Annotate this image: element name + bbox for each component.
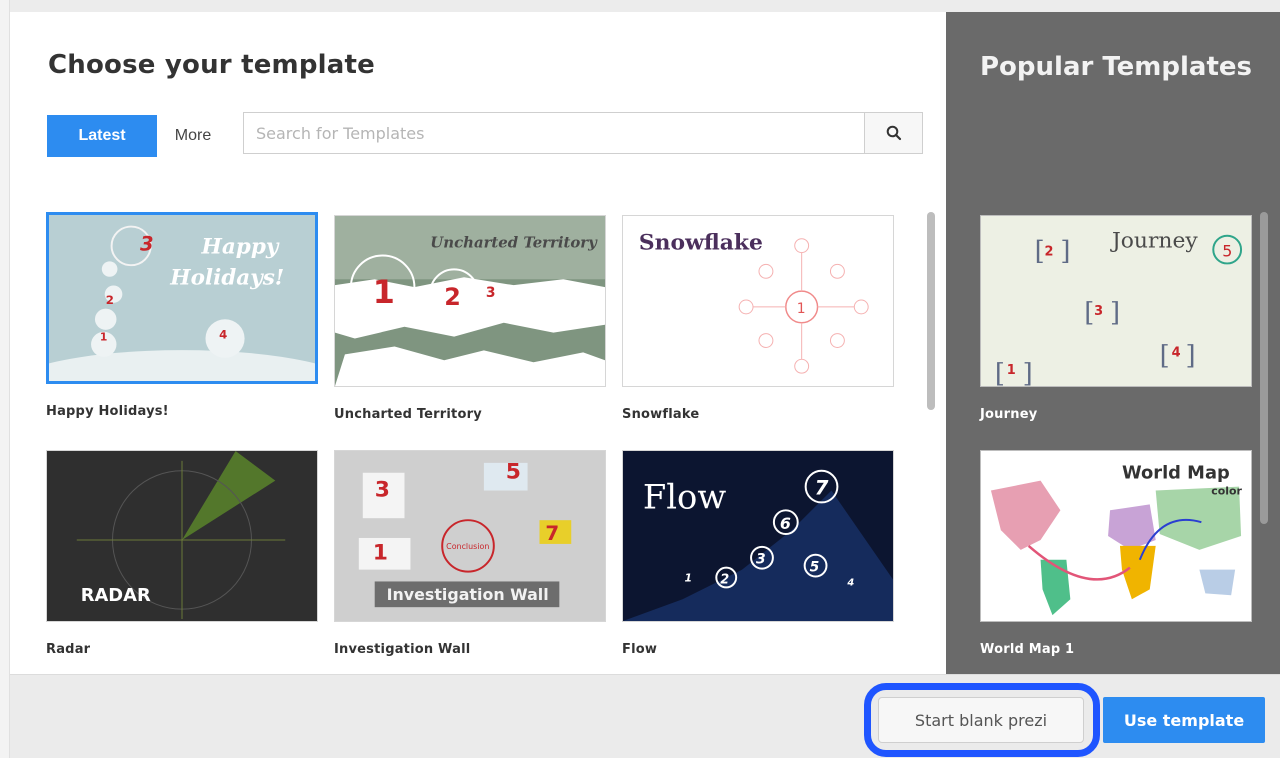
template-card-happy-holidays[interactable]: 3 2 1 4 Happy Holidays! Happy Holidays! <box>46 212 318 419</box>
svg-text:5: 5 <box>1222 242 1232 261</box>
svg-text:3: 3 <box>375 478 390 503</box>
svg-text:4: 4 <box>1172 345 1181 360</box>
svg-text:Conclusion: Conclusion <box>446 542 489 551</box>
template-card-uncharted-territory[interactable]: 1 2 3 Uncharted Territory Uncharted Terr… <box>334 215 606 422</box>
page-title: Choose your template <box>48 50 375 80</box>
flow-thumbnail: Flow 7 6 3 2 5 1 4 <box>623 451 893 621</box>
left-edge <box>0 0 10 758</box>
svg-text:Snowflake: Snowflake <box>639 231 763 256</box>
sidebar-title: Popular Templates <box>980 52 1252 82</box>
svg-text:1: 1 <box>685 571 693 584</box>
main-panel: Choose your template Latest More Search … <box>10 12 945 674</box>
popular-templates-sidebar: Popular Templates Journey 5 [] [] [] [] … <box>946 12 1280 674</box>
template-thumbnail: 1 2 3 Uncharted Territory <box>334 215 606 387</box>
template-label: Uncharted Territory <box>334 407 482 422</box>
template-label: Flow <box>622 642 658 657</box>
svg-text:Holidays!: Holidays! <box>169 266 284 291</box>
svg-text:[: [ <box>1160 341 1170 371</box>
start-blank-prezi-button[interactable]: Start blank prezi <box>878 697 1084 743</box>
template-thumbnail: 3 1 5 7 Conclusion Investigation Wall <box>334 450 606 622</box>
svg-text:Investigation Wall: Investigation Wall <box>387 585 549 604</box>
svg-text:1: 1 <box>1007 363 1016 378</box>
svg-text:[: [ <box>1084 298 1094 328</box>
template-label: Snowflake <box>622 407 700 422</box>
popular-card-journey[interactable]: Journey 5 [] [] [] [] 2 3 1 4 Journey <box>980 215 1252 422</box>
svg-text:5: 5 <box>810 560 820 576</box>
tab-latest[interactable]: Latest <box>47 115 157 157</box>
svg-text:[: [ <box>1035 237 1045 267</box>
search-input[interactable] <box>244 113 864 153</box>
svg-text:7: 7 <box>815 477 829 500</box>
template-thumbnail: Snowflake 1 <box>622 215 894 387</box>
popular-card-world-map[interactable]: World Map color World Map 1 <box>980 450 1252 657</box>
footer-bar: Start blank prezi Use template <box>10 674 1280 758</box>
svg-text:2: 2 <box>720 572 729 587</box>
svg-text:Flow: Flow <box>643 477 727 516</box>
svg-text:2: 2 <box>106 293 114 307</box>
search-icon <box>886 125 901 141</box>
template-thumbnail: Journey 5 [] [] [] [] 2 3 1 4 <box>980 215 1252 387</box>
top-strip <box>0 0 1280 12</box>
svg-text:1: 1 <box>373 275 395 311</box>
template-card-flow[interactable]: Flow 7 6 3 2 5 1 4 Flow <box>622 450 894 657</box>
template-thumbnail: RADAR <box>46 450 318 622</box>
template-chooser-dialog: Choose your template Latest More Search … <box>0 0 1280 758</box>
svg-text:3: 3 <box>486 285 496 301</box>
snowflake-thumbnail: Snowflake 1 <box>623 216 893 386</box>
investigation-wall-thumbnail: 3 1 5 7 Conclusion Investigation Wall <box>335 451 605 621</box>
use-template-button[interactable]: Use template <box>1103 697 1265 743</box>
template-label: Radar <box>46 642 91 657</box>
svg-text:]: ] <box>1110 298 1120 328</box>
svg-text:1: 1 <box>797 301 806 317</box>
journey-thumbnail: Journey 5 [] [] [] [] 2 3 1 4 <box>981 216 1251 386</box>
svg-text:]: ] <box>1023 359 1033 386</box>
svg-text:1: 1 <box>373 541 388 566</box>
template-card-investigation-wall[interactable]: 3 1 5 7 Conclusion Investigation Wall In… <box>334 450 606 657</box>
sidebar-scrollbar[interactable] <box>1260 212 1268 524</box>
svg-text:]: ] <box>1185 341 1195 371</box>
svg-text:3: 3 <box>1094 304 1103 319</box>
template-label: Investigation Wall <box>334 642 471 657</box>
search-box <box>243 112 923 154</box>
template-label: World Map 1 <box>980 642 1075 657</box>
template-card-snowflake[interactable]: Snowflake 1 Snowflake <box>622 215 894 422</box>
svg-text:4: 4 <box>219 328 227 342</box>
tab-more[interactable]: More <box>158 115 228 157</box>
svg-text:2: 2 <box>444 283 461 311</box>
world-map-thumbnail: World Map color <box>981 451 1251 621</box>
template-thumbnail: World Map color <box>980 450 1252 622</box>
svg-text:Uncharted Territory: Uncharted Territory <box>430 234 598 252</box>
svg-text:color: color <box>1211 485 1242 498</box>
svg-text:Journey: Journey <box>1110 229 1198 254</box>
radar-thumbnail: RADAR <box>47 451 317 621</box>
svg-text:2: 2 <box>1045 245 1054 260</box>
happy-holidays-thumbnail: 3 2 1 4 Happy Holidays! <box>49 215 315 381</box>
template-thumbnail: Flow 7 6 3 2 5 1 4 <box>622 450 894 622</box>
uncharted-territory-thumbnail: 1 2 3 Uncharted Territory <box>335 216 605 386</box>
svg-text:]: ] <box>1060 237 1070 267</box>
svg-text:6: 6 <box>780 514 791 533</box>
svg-text:[: [ <box>995 359 1005 386</box>
svg-text:RADAR: RADAR <box>81 585 151 606</box>
svg-text:4: 4 <box>846 577 854 588</box>
template-label: Journey <box>980 407 1038 422</box>
template-grid-scrollbar[interactable] <box>927 212 935 410</box>
template-thumbnail: 3 2 1 4 Happy Holidays! <box>46 212 318 384</box>
svg-text:7: 7 <box>545 522 559 545</box>
search-button[interactable] <box>864 113 922 153</box>
template-card-radar[interactable]: RADAR Radar <box>46 450 318 657</box>
svg-text:1: 1 <box>100 331 107 344</box>
svg-text:3: 3 <box>756 552 766 568</box>
svg-text:Happy: Happy <box>201 235 280 260</box>
template-label: Happy Holidays! <box>46 404 169 419</box>
svg-text:3: 3 <box>140 233 154 256</box>
svg-text:World Map: World Map <box>1122 463 1230 484</box>
svg-text:5: 5 <box>506 460 521 485</box>
